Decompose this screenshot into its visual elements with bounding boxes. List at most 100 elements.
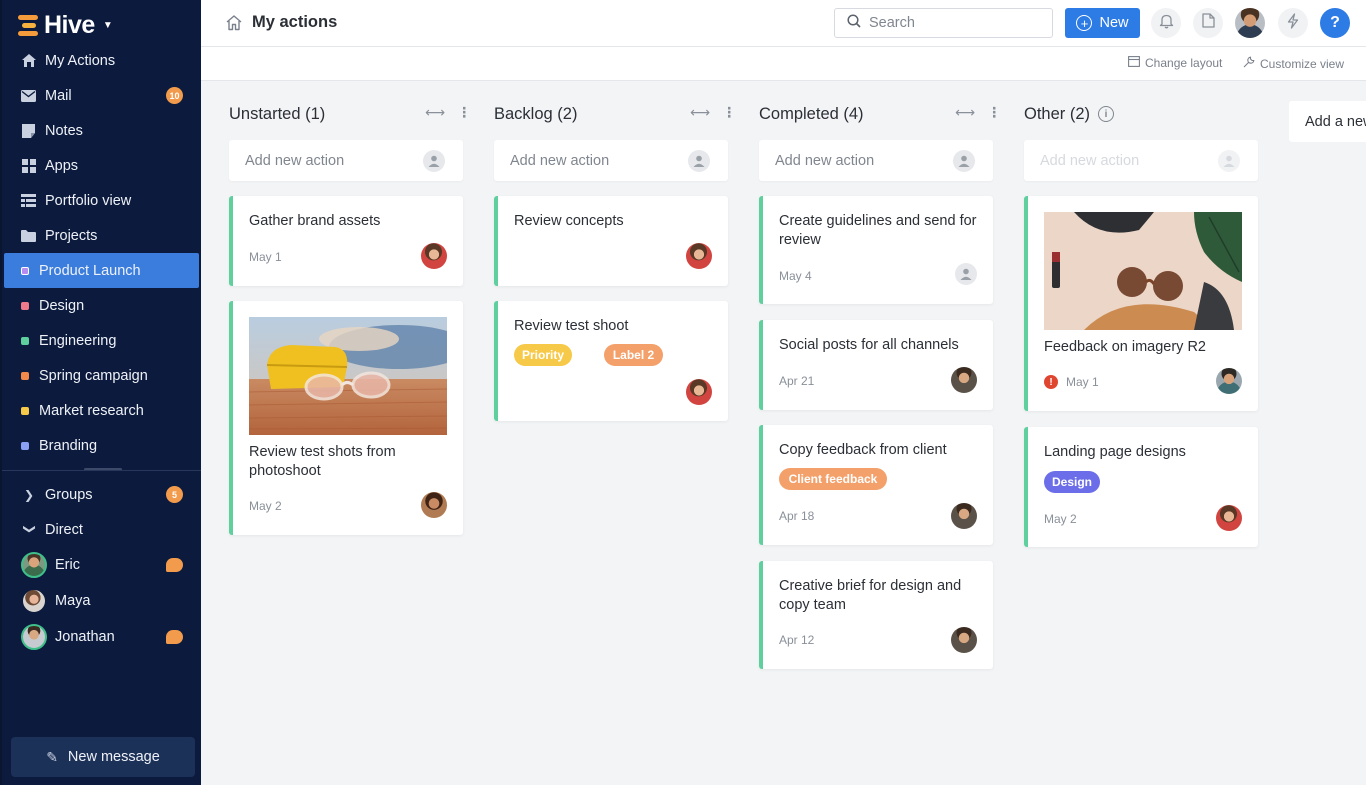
new-button[interactable]: + New: [1065, 8, 1140, 38]
groups-toggle[interactable]: ❯ Groups 5: [2, 477, 201, 512]
add-action-input[interactable]: Add new action: [759, 140, 993, 181]
label-priority[interactable]: Priority: [514, 344, 572, 366]
sidebar-item-spring-campaign[interactable]: Spring campaign: [2, 358, 201, 393]
card-title: Create guidelines and send for review: [779, 213, 977, 248]
expand-horizontal-icon[interactable]: ⟷: [955, 104, 975, 121]
layout-icon: [1128, 56, 1140, 70]
card-title: Gather brand assets: [249, 213, 381, 229]
assignee-avatar[interactable]: [1216, 505, 1242, 531]
action-card[interactable]: Review test shoot Priority Label 2: [494, 301, 728, 421]
action-card[interactable]: Feedback on imagery R2 ! May 1: [1024, 196, 1258, 411]
card-due-date: ! May 1: [1044, 375, 1099, 389]
apps-icon: [20, 157, 37, 174]
label-2[interactable]: Label 2: [604, 344, 663, 366]
sidebar-item-branding[interactable]: Branding: [2, 428, 201, 463]
sidebar-item-label: Design: [39, 297, 85, 314]
search-icon: [847, 13, 861, 33]
sidebar-item-portfolio-view[interactable]: Portfolio view: [2, 183, 201, 218]
person-name: Eric: [55, 557, 80, 573]
help-button[interactable]: ?: [1320, 8, 1350, 38]
assignee-avatar[interactable]: [421, 243, 447, 269]
expand-horizontal-icon[interactable]: ⟷: [690, 104, 710, 121]
direct-message-jonathan[interactable]: Jonathan: [2, 619, 201, 655]
change-layout-label: Change layout: [1145, 56, 1223, 70]
assignee-icon[interactable]: [953, 150, 975, 172]
direct-message-eric[interactable]: Eric: [2, 547, 201, 583]
action-card[interactable]: Creative brief for design and copy team …: [759, 561, 993, 669]
overdue-alert-icon: !: [1044, 375, 1058, 389]
action-card[interactable]: Review concepts: [494, 196, 728, 286]
files-button[interactable]: [1193, 8, 1223, 38]
action-card[interactable]: Gather brand assets May 1: [229, 196, 463, 286]
add-action-placeholder: Add new action: [775, 152, 875, 169]
add-action-input[interactable]: Add new action: [229, 140, 463, 181]
column-header-backlog: Backlog (2): [494, 103, 577, 125]
chevron-right-icon: ❯: [24, 487, 35, 502]
avatar: [21, 624, 47, 650]
action-card[interactable]: Landing page designs Design May 2: [1024, 427, 1258, 547]
chat-bubble-icon: [166, 558, 183, 572]
info-icon[interactable]: i: [1098, 106, 1115, 122]
view-toolbar: Change layout Customize view: [201, 47, 1366, 81]
avatar: [21, 552, 47, 578]
assignee-avatar[interactable]: [951, 503, 977, 529]
more-vertical-icon[interactable]: ⋮: [722, 104, 736, 121]
action-card[interactable]: Social posts for all channels Apr 21: [759, 320, 993, 410]
sidebar-item-label: Engineering: [39, 332, 117, 349]
action-card[interactable]: Create guidelines and send for review Ma…: [759, 196, 993, 304]
label-client-feedback[interactable]: Client feedback: [779, 468, 887, 490]
sidebar-item-label: Portfolio view: [45, 192, 132, 209]
customize-view-button[interactable]: Customize view: [1243, 56, 1344, 71]
more-vertical-icon[interactable]: ⋮: [457, 104, 471, 121]
user-avatar[interactable]: [1235, 8, 1265, 38]
add-action-input: Add new action: [1024, 140, 1258, 181]
assignee-avatar[interactable]: [686, 243, 712, 269]
sidebar-item-my-actions[interactable]: My Actions: [2, 43, 201, 78]
card-title: Review concepts: [514, 213, 624, 229]
add-new-list-button[interactable]: Add a new: [1289, 101, 1366, 142]
notifications-button[interactable]: [1151, 8, 1181, 38]
mail-icon: [20, 87, 37, 104]
action-card[interactable]: Copy feedback from client Client feedbac…: [759, 425, 993, 545]
sunglasses-photo: [249, 317, 447, 435]
unassigned-icon[interactable]: [955, 263, 977, 285]
change-layout-button[interactable]: Change layout: [1128, 56, 1222, 70]
assignee-avatar[interactable]: [1216, 368, 1242, 394]
assignee-avatar[interactable]: [951, 627, 977, 653]
lightning-icon: [1287, 12, 1299, 34]
assignee-avatar[interactable]: [421, 492, 447, 518]
customize-view-label: Customize view: [1260, 56, 1345, 71]
file-icon: [1201, 13, 1215, 33]
hive-logo-icon: [18, 14, 40, 36]
action-card[interactable]: Review test shots from photoshoot May 2: [229, 301, 463, 535]
wrench-icon: [1243, 56, 1255, 71]
new-message-button[interactable]: ✎ New message: [11, 737, 195, 777]
sidebar-item-apps[interactable]: Apps: [2, 148, 201, 183]
person-name: Maya: [55, 593, 91, 609]
sidebar-item-product-launch[interactable]: Product Launch: [4, 253, 199, 288]
assignee-avatar[interactable]: [951, 367, 977, 393]
project-color-dot: [21, 441, 29, 450]
sidebar-item-design[interactable]: Design: [2, 288, 201, 323]
quick-actions-button[interactable]: [1278, 8, 1308, 38]
expand-horizontal-icon[interactable]: ⟷: [425, 104, 445, 121]
direct-message-maya[interactable]: Maya: [2, 583, 201, 619]
sidebar-item-market-research[interactable]: Market research: [2, 393, 201, 428]
sidebar-item-projects[interactable]: Projects: [2, 218, 201, 253]
sidebar-item-notes[interactable]: Notes: [2, 113, 201, 148]
sidebar-item-engineering[interactable]: Engineering: [2, 323, 201, 358]
sidebar-item-mail[interactable]: Mail 10: [2, 78, 201, 113]
accessories-photo: [1044, 212, 1242, 330]
search-input[interactable]: [869, 15, 1039, 31]
direct-toggle[interactable]: ❯ Direct: [2, 512, 201, 547]
label-design[interactable]: Design: [1044, 471, 1100, 493]
assignee-icon[interactable]: [423, 150, 445, 172]
workspace-switcher[interactable]: Hive ▼: [18, 10, 113, 40]
search-box[interactable]: [834, 8, 1053, 38]
more-vertical-icon[interactable]: ⋮: [987, 104, 1001, 121]
assignee-icon[interactable]: [688, 150, 710, 172]
add-action-input[interactable]: Add new action: [494, 140, 728, 181]
assignee-avatar[interactable]: [686, 379, 712, 405]
card-due-date: Apr 12: [779, 633, 815, 647]
card-title: Creative brief for design and copy team: [779, 578, 962, 613]
